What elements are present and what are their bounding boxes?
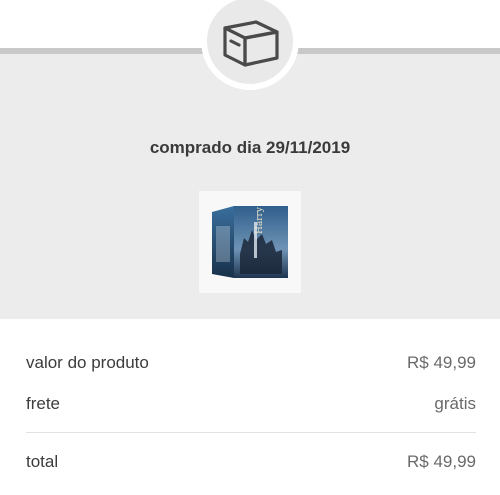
shipping-label: frete [26,394,61,413]
box-icon [223,20,279,67]
product-thumbnail[interactable]: Harry Potter [199,191,301,293]
product-image: Harry Potter [212,204,288,278]
order-icon-background [207,0,293,84]
product-value-label: valor do produto [26,353,149,372]
svg-text:Harry Potter: Harry Potter [255,204,265,234]
product-value: R$ 49,99 [407,353,476,372]
shipping-value: grátis [434,394,476,413]
summary-divider [26,432,476,433]
total-value: R$ 49,99 [407,452,476,471]
shipping-row: frete grátis [26,394,476,414]
purchase-date: comprado dia 29/11/2019 [149,138,351,157]
total-row: total R$ 49,99 [26,452,476,472]
product-value-row: valor do produto R$ 49,99 [26,353,476,373]
total-label: total [26,452,59,471]
